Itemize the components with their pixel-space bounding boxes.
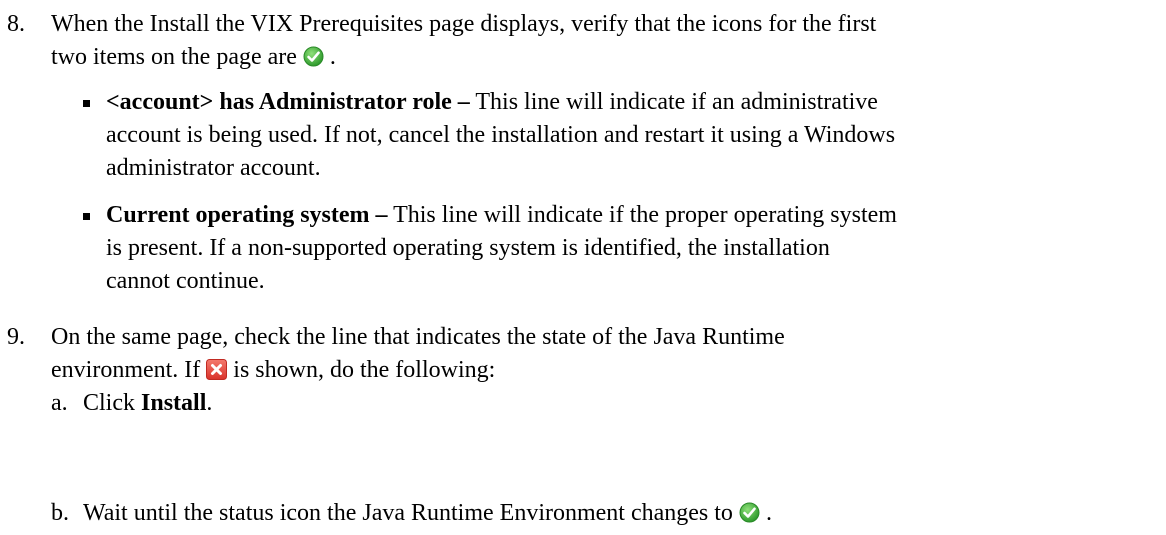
step-9-line-2-text: environment. If — [51, 357, 201, 383]
step-9-line-2: environment. If is shown, do the followi… — [51, 354, 495, 387]
substep-b-text-before: Wait until the status icon the Java Runt… — [83, 500, 733, 526]
bullet-1-heading: <account> has Administrator role – — [106, 89, 470, 115]
red-x-icon — [206, 359, 228, 380]
substep-label-b: b. — [51, 500, 69, 526]
step-9-line-2-end: is shown, do the following: — [233, 357, 496, 383]
step-8-line-2-text: two items on the page are — [51, 44, 297, 70]
step-8-line-2-end: . — [329, 44, 336, 70]
bullet-2-line-2: is present. If a non-supported operating… — [106, 235, 830, 261]
bullet-marker-1 — [83, 100, 90, 107]
step-number-8: 8. — [7, 11, 25, 37]
substep-a-text: Click Install. — [83, 387, 212, 420]
bullet-2-heading: Current operating system – — [106, 202, 388, 228]
bullet-1-line-1-text: This line will indicate if an administra… — [469, 89, 878, 115]
substep-label-a: a. — [51, 390, 68, 416]
bullet-1-line-2: account is being used. If not, cancel th… — [106, 122, 896, 148]
bullet-2-line-1-text: This line will indicate if the proper op… — [387, 202, 897, 228]
bullet-2-line-1: Current operating system – This line wil… — [106, 199, 897, 232]
bullet-1-line-3: administrator account. — [106, 155, 321, 181]
substep-a-text-before: Click — [83, 390, 141, 416]
green-check-icon — [739, 502, 760, 523]
substep-b-text: Wait until the status icon the Java Runt… — [83, 497, 772, 530]
step-8-line-1: When the Install the VIX Prerequisites p… — [51, 11, 877, 37]
bullet-marker-2 — [83, 213, 90, 220]
bullet-1-line-1: <account> has Administrator role – This … — [106, 86, 878, 119]
substep-a-install: Install — [141, 390, 207, 416]
green-check-icon — [303, 46, 324, 67]
bullet-2-line-3: cannot continue. — [106, 268, 265, 294]
substep-b-text-after: . — [765, 500, 772, 526]
step-9-line-1: On the same page, check the line that in… — [51, 324, 785, 350]
step-8-line-2: two items on the page are . — [51, 41, 336, 74]
substep-a-text-after: . — [206, 390, 213, 416]
step-number-9: 9. — [7, 324, 25, 350]
